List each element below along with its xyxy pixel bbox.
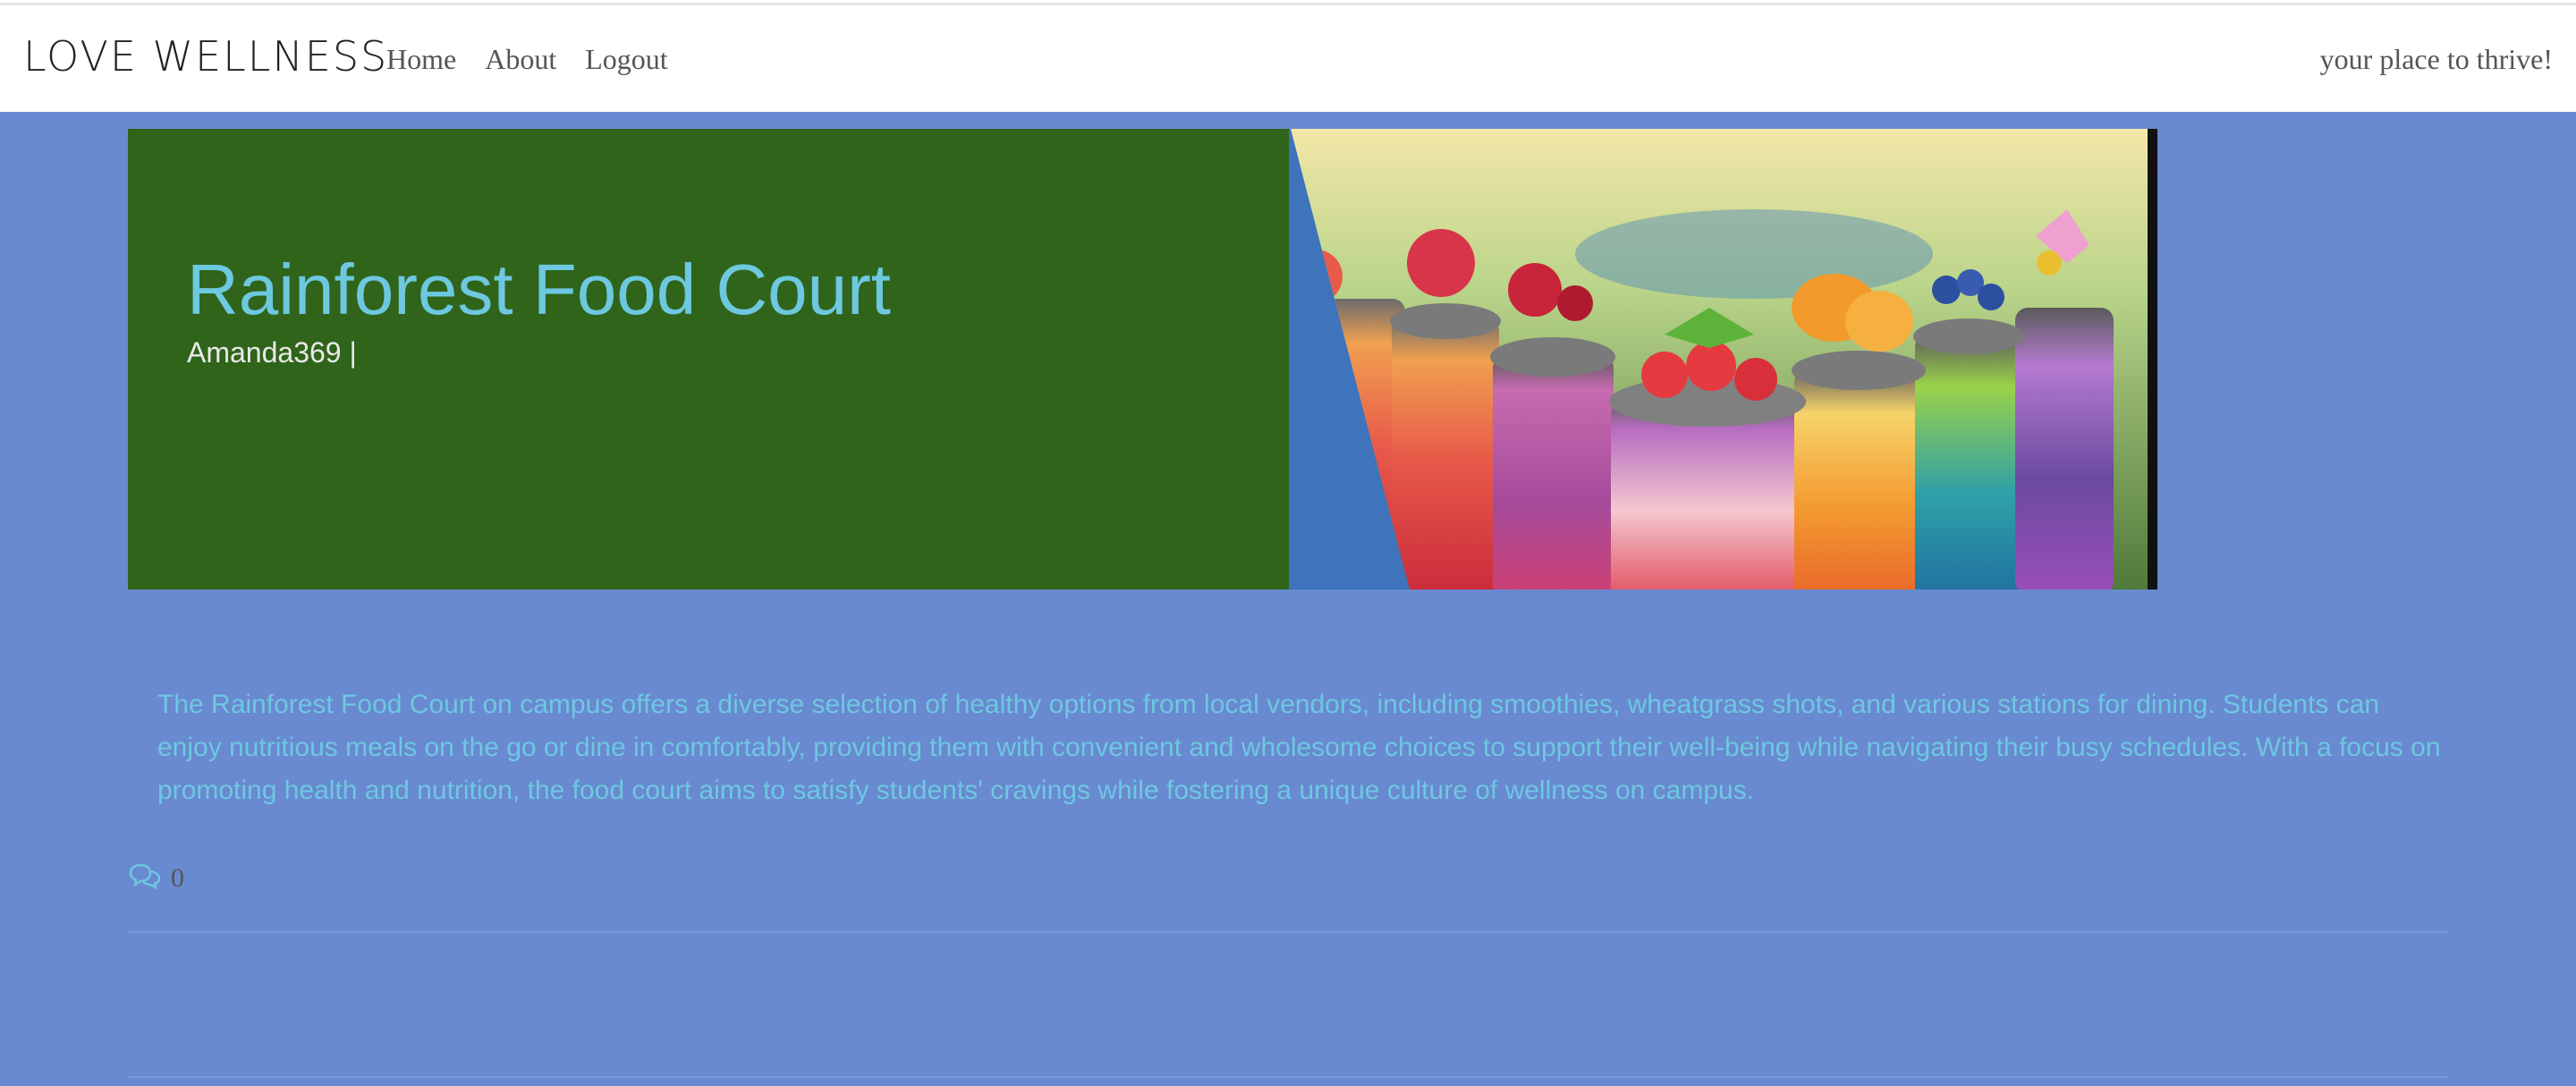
post-author: Amanda369 | (187, 336, 357, 369)
nav-about-link[interactable]: About (485, 43, 556, 76)
post-description: The Rainforest Food Court on campus offe… (157, 690, 2441, 805)
nav-home-link[interactable]: Home (386, 43, 456, 76)
post-title: Rainforest Food Court (187, 250, 892, 329)
nav-logout-link[interactable]: Logout (585, 43, 667, 76)
tagline: your place to thrive! (2319, 43, 2553, 75)
hero-image-panel (1289, 129, 2157, 590)
brand-logo[interactable]: LOVE WELLNESS (23, 32, 388, 81)
divider-top (128, 931, 2448, 933)
nav-links: Home About Logout (386, 43, 668, 76)
post-hero: Rainforest Food Court Amanda369 | (128, 129, 2157, 590)
hero-image (1289, 129, 2157, 590)
comments-icon (128, 862, 162, 894)
navbar: LOVE WELLNESS Home About Logout your pla… (0, 5, 2576, 112)
comment-count: 0 (171, 862, 184, 893)
comments-link[interactable]: 0 (128, 862, 184, 894)
hero-text-panel: Rainforest Food Court Amanda369 | (128, 129, 1289, 590)
divider-bottom (128, 1076, 2448, 1078)
